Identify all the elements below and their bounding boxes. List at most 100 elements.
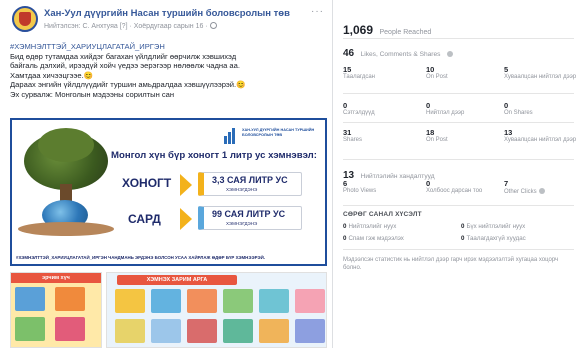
engagement-value: 46 [343,48,355,59]
page-name-link[interactable]: Хан-Уул дүүргийн Насан туршийн боловсрол… [44,8,290,19]
stats-note: Мэдээлсэн статистик нь нийтлэл дээр гарч… [343,257,559,271]
negative-item: 0 Бүх нийтлэлийг нуух [461,223,525,230]
post-header: Хан-Уул дүүргийн Насан туршийн боловсрол… [8,6,326,38]
people-reached-label: People Reached [379,29,432,36]
post-meta: Нийтэлсэн: С. Анхтуяа [?] · Хоёрдугаар с… [44,22,217,30]
metric-cell: 31 Shares [343,128,419,144]
post-card: Хан-Уул дүүргийн Насан туршийн боловсрол… [0,0,333,348]
gallery-image-1[interactable]: эрчим хүч [10,272,102,348]
row-label-monthly: САРД [128,212,161,226]
negative-label: Бүх нийтлэлийг нуух [466,223,526,230]
post-image-gallery: эрчим хүч ХЭМНЭХ ЗАРИМ АРГА [10,272,327,348]
post-image-infographic[interactable]: ХАН-УУЛ ДҮҮРГИЙН НАСАН ТУРШИЙН БОЛОВСРОЛ… [10,118,327,266]
negative-value: 0 [343,235,347,242]
metric-value: 0 [426,101,431,110]
infographic-footer: #ХЭМНЭЛТТЭЙ_ХАРИУЦЛАГАТАЙ_ИРГЭН ЧАНДМАНЬ… [16,255,266,260]
monthly-value-sub: ХЭМНЭГДЭНЭ [226,221,258,226]
metric-cell: 18 On Post [426,128,502,144]
tree-earth-illustration [18,128,114,236]
metric-value: 0 [504,101,509,110]
divider [343,205,574,206]
negative-item: 0 Таалагдахгүй хуудас [461,235,526,242]
post-text-line: Хамтдаа хичээцгээе.😊 [10,70,94,80]
metric-cell: 13 Хуваалцсан нийтлэл дээр [504,128,580,144]
metric-label: Нийтлэл дээр [426,110,465,116]
post-text-line: Бид өдөр тутамдаа хийдэг багахан үйлдлий… [10,51,237,61]
negative-value: 0 [461,235,465,242]
post-meta-text: Нийтэлсэн: С. Анхтуяа [?] · Хоёрдугаар с… [44,23,208,30]
crest-icon [19,12,31,26]
gallery-image-2[interactable]: ХЭМНЭХ ЗАРИМ АРГА [106,272,327,348]
globe-icon [209,22,217,29]
info-icon[interactable] [446,51,453,57]
click-cell: 7 Other Clicks [504,179,580,196]
divider [343,38,574,39]
metric-cell: 0 Нийтлэл дээр [426,101,502,117]
negative-label: Нийтлэлийг нуух [348,223,397,230]
metric-value: 13 [504,128,513,137]
more-options-icon[interactable]: ··· [311,6,324,17]
click-label: Холбоос дарсан тоо [426,188,483,194]
gallery-image-1-title: эрчим хүч [11,273,101,283]
row-label-daily: ХОНОГТ [122,176,172,190]
negative-value: 0 [343,223,347,230]
negative-feedback-title: СӨРӨГ САНАЛ ХҮСЭЛТ [343,211,422,218]
click-cell: 6 Photo Views [343,179,419,195]
metric-value: 18 [426,128,435,137]
daily-value: 3,3 САЯ ЛИТР УС [212,175,288,185]
hashtag-link[interactable]: #ХЭМНЭЛТТЭЙ_ХАРИУЦЛАГАТАЙ_ИРГЭН [10,42,326,52]
metric-cell: 15 Таалагдсан [343,65,419,81]
negative-label: Спам гэж мэдээлэх [348,235,404,242]
chevron-right-icon [180,174,194,196]
metric-label: Shares [343,137,363,143]
metric-cell: 5 Хуваалцсан нийтлэл дээр [504,65,580,81]
metric-label: On Post [426,137,448,143]
negative-value: 0 [461,223,465,230]
page-avatar[interactable] [12,6,38,32]
people-reached-value: 1,069 [343,23,374,37]
metric-cell: 0 On Shares [504,101,580,117]
metric-label: On Shares [504,110,533,116]
divider [343,93,574,94]
divider [343,159,574,160]
monthly-value-box: 99 САЯ ЛИТР УС ХЭМНЭГДЭНЭ [198,206,302,230]
metric-label: Хуваалцсан нийтлэл дээр [504,74,577,80]
info-icon[interactable] [538,188,545,194]
click-cell: 0 Холбоос дарсан тоо [426,179,502,195]
metric-value: 0 [343,101,348,110]
daily-value-sub: ХЭМНЭГДЭНЭ [226,187,258,192]
post-text-line: Эх сурвалж: Монголын мэдээны сорилтын са… [10,89,175,99]
post-text-line: байгаль дэлхий, ирээдүй хойч үедээ эерэг… [10,61,240,71]
daily-value-box: 3,3 САЯ ЛИТР УС ХЭМНЭГДЭНЭ [198,172,302,196]
metric-cell: 10 On Post [426,65,502,81]
click-value: 6 [343,179,348,188]
monthly-value: 99 САЯ ЛИТР УС [212,209,286,219]
engagement-label: Likes, Comments & Shares [360,51,441,58]
insights-panel: 1,069 People Reached 46 Likes, Comments … [333,0,584,348]
post-text-line: Дараах энгийн үйлдлүүдийг туршин амьдрал… [10,80,246,90]
click-value: 0 [426,179,431,188]
metric-cell: 0 Сэтгэлдүүд [343,101,419,117]
metric-label: Сэтгэлдүүд [343,110,375,116]
metric-value: 5 [504,65,509,74]
negative-item: 0 Нийтлэлийг нуух [343,223,396,230]
logo-text: ХАН-УУЛ ДҮҮРГИЙН НАСАН ТУРШИЙН БОЛОВСРОЛ… [242,128,315,137]
metric-label: Хуваалцсан нийтлэл дээр [504,137,577,143]
divider [343,122,574,123]
negative-item: 0 Спам гэж мэдээлэх [343,235,404,242]
center-logo: ХАН-УУЛ ДҮҮРГИЙН НАСАН ТУРШИЙН БОЛОВСРОЛ… [224,126,322,148]
engagement-header: 46 Likes, Comments & Shares [343,43,453,61]
metric-value: 10 [426,65,435,74]
click-value: 7 [504,179,509,188]
post-text: #ХЭМНЭЛТТЭЙ_ХАРИУЦЛАГАТАЙ_ИРГЭН Бид өдөр… [10,42,326,100]
logo-bars-icon [224,128,238,144]
metric-value: 15 [343,65,352,74]
click-label: Other Clicks [504,188,580,196]
click-label-text: Other Clicks [504,189,537,195]
metric-label: Таалагдсан [343,74,375,80]
infographic-title: Монгол хүн бүр хоногт 1 литр ус хэмнэвэл… [111,150,317,161]
metric-value: 31 [343,128,352,137]
metric-label: On Post [426,74,448,80]
gallery-image-2-title: ХЭМНЭХ ЗАРИМ АРГА [117,275,237,285]
people-reached: 1,069 People Reached [343,21,431,39]
